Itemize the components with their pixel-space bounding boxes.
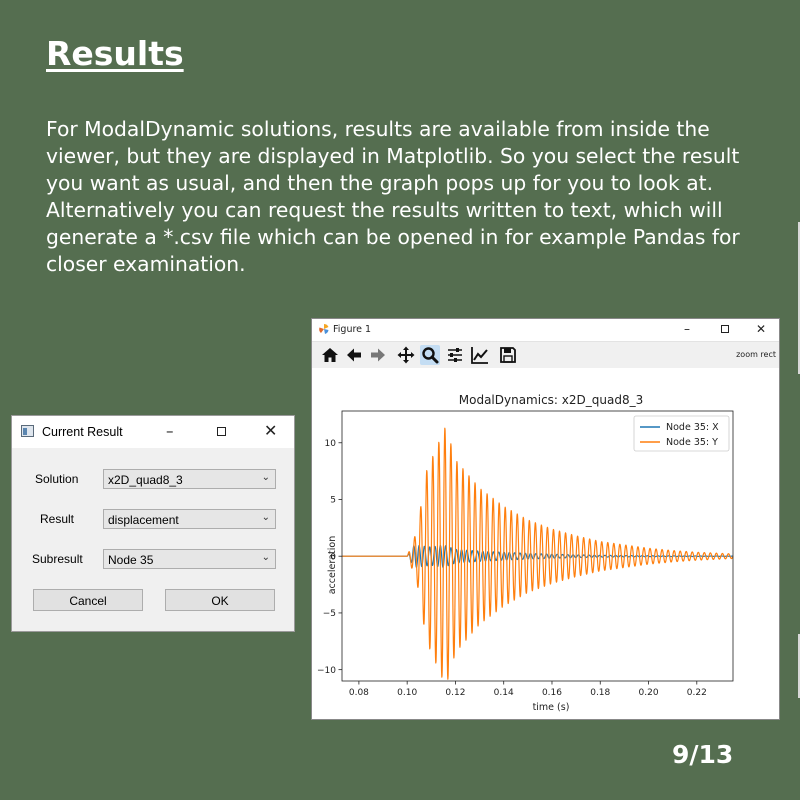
page-number: 9/13 — [672, 740, 734, 769]
app-window-icon — [21, 425, 34, 437]
x-tick-label: 0.12 — [445, 688, 465, 698]
y-axis-label: acceleration — [327, 536, 338, 595]
legend-label-x: Node 35: X — [666, 422, 719, 433]
close-icon[interactable]: ✕ — [756, 321, 766, 337]
back-arrow-icon[interactable] — [344, 345, 364, 365]
zoom-icon[interactable] — [420, 345, 440, 365]
save-icon[interactable] — [498, 345, 518, 365]
current-result-dialog: Current Result – ✕ Solution x2D_quad8_3 … — [11, 415, 295, 632]
maximize-icon[interactable] — [721, 325, 729, 333]
subresult-value: Node 35 — [108, 553, 154, 567]
subresult-label: Subresult — [32, 552, 83, 566]
x-tick-label: 0.16 — [542, 688, 562, 698]
y-tick-label: 10 — [325, 439, 337, 449]
figure-titlebar[interactable]: Figure 1 – ✕ — [312, 319, 779, 341]
matplotlib-logo-icon — [319, 324, 329, 334]
axes-edit-icon[interactable] — [470, 345, 490, 365]
x-tick-label: 0.18 — [590, 688, 610, 698]
x-tick-label: 0.08 — [349, 688, 369, 698]
subresult-select[interactable]: Node 35 ⌄ — [103, 549, 276, 569]
x-tick-label: 0.14 — [494, 688, 514, 698]
cancel-button[interactable]: Cancel — [33, 589, 143, 611]
x-tick-label: 0.10 — [397, 688, 417, 698]
slide-body-text: For ModalDynamic solutions, results are … — [46, 117, 740, 276]
dialog-title: Current Result — [42, 425, 123, 439]
toolbar-status-text: zoom rect — [736, 350, 776, 359]
chevron-down-icon: ⌄ — [261, 552, 270, 563]
chevron-down-icon: ⌄ — [261, 472, 270, 483]
dialog-titlebar[interactable]: Current Result – ✕ — [12, 416, 294, 448]
chart-title: ModalDynamics: x2D_quad8_3 — [459, 393, 643, 407]
forward-arrow-icon[interactable] — [368, 345, 388, 365]
chart-legend: Node 35: X Node 35: Y — [633, 415, 730, 452]
solution-label: Solution — [35, 472, 79, 486]
figure-toolbar: zoom rect — [312, 341, 779, 369]
y-tick-label: 5 — [330, 496, 336, 506]
minimize-icon[interactable]: – — [684, 321, 690, 337]
close-icon[interactable]: ✕ — [264, 423, 277, 439]
maximize-icon[interactable] — [217, 427, 226, 436]
pan-icon[interactable] — [396, 345, 416, 365]
x-tick-label: 0.20 — [639, 688, 659, 698]
x-tick-label: 0.22 — [687, 688, 707, 698]
acceleration-chart[interactable]: ModalDynamics: x2D_quad8_3 time (s) acce… — [312, 368, 779, 719]
matplotlib-figure-window: Figure 1 – ✕ zoom rect ModalDynamics: x2… — [311, 318, 780, 720]
y-tick-label: −10 — [317, 666, 336, 676]
ok-button[interactable]: OK — [165, 589, 275, 611]
solution-value: x2D_quad8_3 — [108, 473, 183, 487]
figure-window-title: Figure 1 — [333, 324, 372, 335]
slide-title: Results — [46, 34, 184, 73]
solution-select[interactable]: x2D_quad8_3 ⌄ — [103, 469, 276, 489]
y-tick-label: 0 — [330, 552, 336, 562]
minimize-icon[interactable]: – — [166, 423, 174, 439]
chevron-down-icon: ⌄ — [261, 512, 270, 523]
subplots-icon[interactable] — [445, 345, 465, 365]
result-value: displacement — [108, 513, 179, 527]
x-axis-label: time (s) — [533, 702, 570, 713]
legend-label-y: Node 35: Y — [666, 437, 718, 448]
home-icon[interactable] — [320, 345, 340, 365]
result-label: Result — [40, 512, 75, 526]
y-tick-label: −5 — [323, 609, 336, 619]
result-select[interactable]: displacement ⌄ — [103, 509, 276, 529]
